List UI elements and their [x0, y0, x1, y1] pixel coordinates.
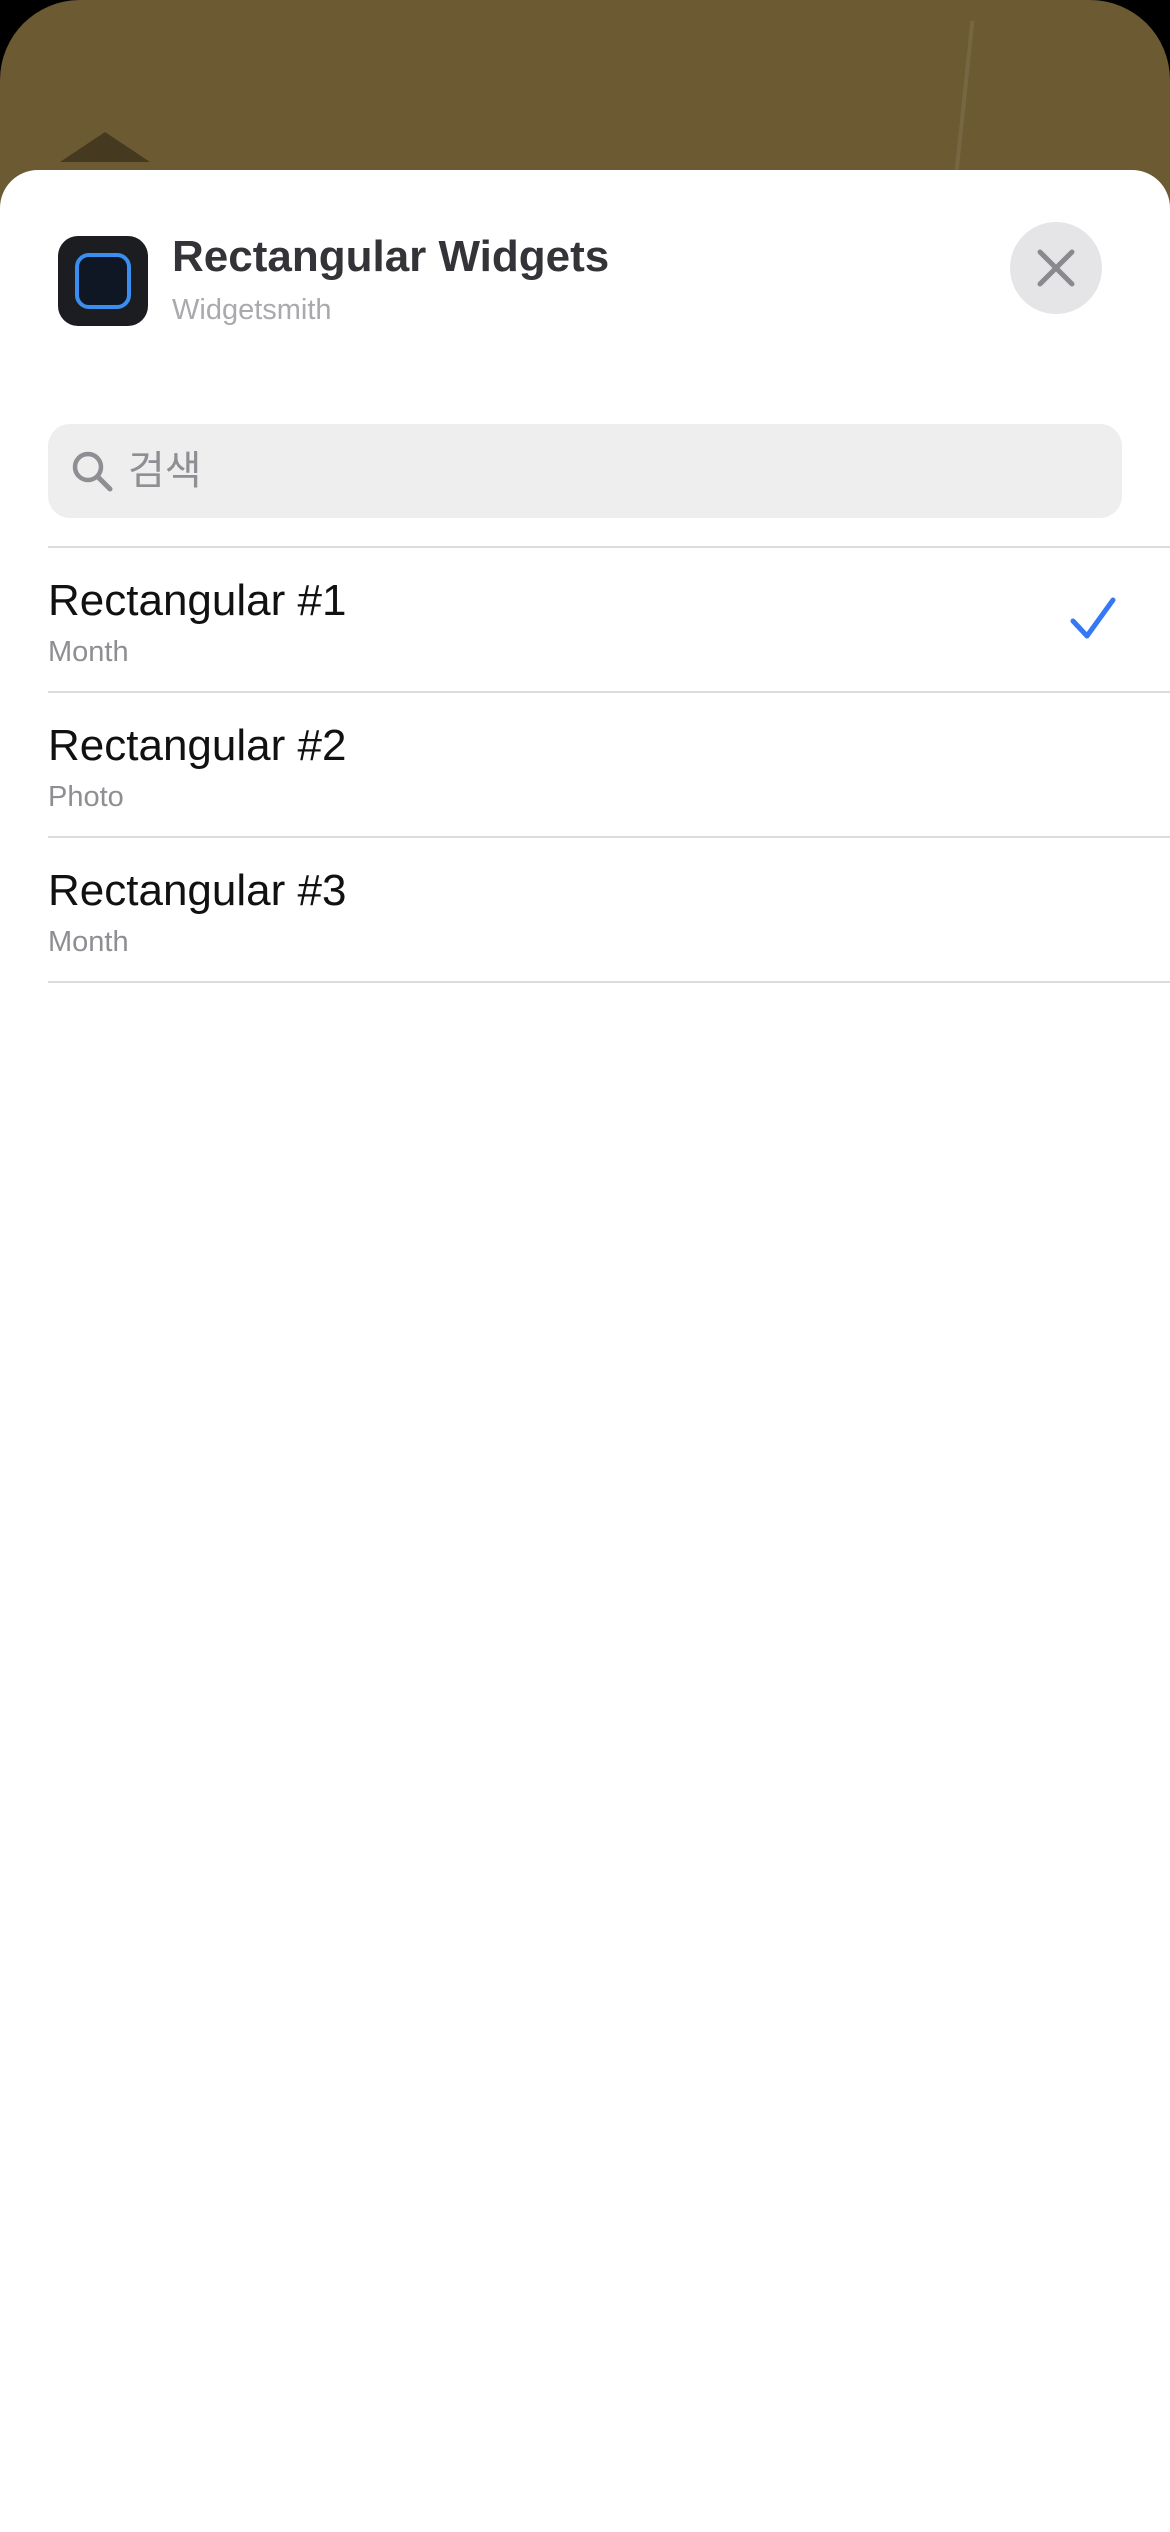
- list-item-rectangular-3[interactable]: Rectangular #3 Month: [48, 838, 1170, 983]
- checkmark-icon: [1070, 597, 1116, 639]
- list-item-rectangular-1[interactable]: Rectangular #1 Month: [48, 548, 1170, 693]
- search-bar[interactable]: [48, 424, 1122, 518]
- search-input[interactable]: [128, 448, 1088, 494]
- list-item-subtitle: Month: [48, 636, 129, 668]
- list-item-rectangular-2[interactable]: Rectangular #2 Photo: [48, 693, 1170, 838]
- widget-list: Rectangular #1 Month Rectangular #2 Phot…: [48, 546, 1170, 983]
- list-item-title: Rectangular #1: [48, 576, 347, 625]
- list-item-title: Rectangular #2: [48, 721, 347, 770]
- app-icon-glyph: [75, 253, 131, 309]
- list-item-subtitle: Month: [48, 926, 129, 958]
- close-button[interactable]: [1010, 222, 1102, 314]
- list-item-subtitle: Photo: [48, 781, 124, 813]
- sheet-subtitle: Widgetsmith: [172, 294, 332, 326]
- widgetsmith-app-icon: [58, 236, 148, 326]
- widget-picker-sheet: Rectangular Widgets Widgetsmith Rectangu…: [0, 170, 1170, 2532]
- close-icon: [1037, 249, 1075, 287]
- list-item-title: Rectangular #3: [48, 866, 347, 915]
- sheet-title: Rectangular Widgets: [172, 232, 610, 281]
- search-icon: [70, 449, 114, 493]
